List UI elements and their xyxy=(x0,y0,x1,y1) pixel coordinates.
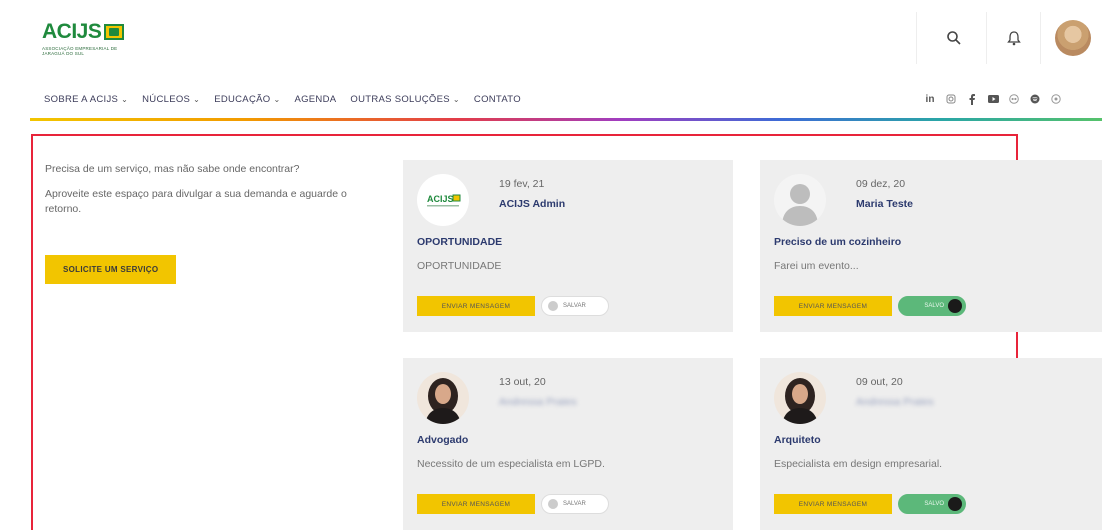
intro-section: Precisa de um serviço, mas não sabe onde… xyxy=(45,162,375,284)
whatsapp-icon[interactable] xyxy=(1050,92,1062,106)
toggle-knob xyxy=(948,497,962,511)
svg-text:ACIJS: ACIJS xyxy=(427,194,454,204)
save-label: SALVAR xyxy=(563,303,586,309)
send-message-button[interactable]: ENVIAR MENSAGEM xyxy=(417,296,535,316)
chevron-down-icon: ⌄ xyxy=(273,95,281,104)
toggle-knob xyxy=(548,301,558,311)
save-toggle[interactable]: SALVO xyxy=(898,296,966,316)
card-description: Necessito de um especialista em LGPD. xyxy=(417,458,605,470)
flag-icon xyxy=(104,24,125,40)
card-title[interactable]: Advogado xyxy=(417,434,468,446)
service-card: 13 out, 20 Andressa Prates Advogado Nece… xyxy=(403,358,733,530)
chevron-down-icon: ⌄ xyxy=(452,95,460,104)
card-date: 19 fev, 21 xyxy=(499,178,545,190)
send-message-button[interactable]: ENVIAR MENSAGEM xyxy=(774,494,892,514)
instagram-icon[interactable] xyxy=(945,92,957,106)
rainbow-divider xyxy=(30,118,1102,121)
card-title[interactable]: Arquiteto xyxy=(774,434,821,446)
card-description: Especialista em design empresarial. xyxy=(774,458,943,470)
card-author[interactable]: Maria Teste xyxy=(856,198,913,210)
chevron-down-icon: ⌄ xyxy=(121,95,129,104)
acijs-avatar: ACIJS xyxy=(417,174,469,226)
youtube-icon[interactable] xyxy=(987,92,999,106)
service-card-partial xyxy=(1082,358,1102,530)
service-card: ACIJS 19 fev, 21 ACIJS Admin OPORTUNIDAD… xyxy=(403,160,733,332)
social-links: in xyxy=(924,92,1062,106)
card-title[interactable]: Preciso de um cozinheiro xyxy=(774,236,901,248)
card-date: 13 out, 20 xyxy=(499,376,546,388)
save-label: SALVAR xyxy=(563,501,586,507)
save-toggle[interactable]: SALVAR xyxy=(541,296,609,316)
user-avatar[interactable] xyxy=(1055,20,1091,56)
service-card-partial xyxy=(1082,160,1102,332)
card-date: 09 dez, 20 xyxy=(856,178,906,190)
intro-text-invite: Aproveite este espaço para divulgar a su… xyxy=(45,188,347,215)
save-label: SALVO xyxy=(924,303,944,309)
save-toggle[interactable]: SALVAR xyxy=(541,494,609,514)
save-toggle[interactable]: SALVO xyxy=(898,494,966,514)
logo-text: ACIJS xyxy=(42,20,102,43)
service-card: 09 out, 20 Andressa Prates Arquiteto Esp… xyxy=(760,358,1090,530)
send-message-button[interactable]: ENVIAR MENSAGEM xyxy=(417,494,535,514)
toggle-knob xyxy=(548,499,558,509)
bell-icon[interactable] xyxy=(1002,26,1026,50)
nav-item-educacao[interactable]: EDUCAÇÃO ⌄ xyxy=(214,94,280,105)
send-message-button[interactable]: ENVIAR MENSAGEM xyxy=(774,296,892,316)
header-divider xyxy=(986,12,987,64)
search-icon[interactable] xyxy=(942,26,966,50)
card-author[interactable]: ACIJS Admin xyxy=(499,198,565,210)
facebook-icon[interactable] xyxy=(966,92,978,106)
chevron-down-icon: ⌄ xyxy=(193,95,201,104)
card-author[interactable]: Andressa Prates xyxy=(499,396,577,408)
header-divider xyxy=(916,12,917,64)
site-header: ACIJS ASSOCIAÇÃO EMPRESARIAL DE JARAGUÁ … xyxy=(0,0,1102,82)
acijs-logo[interactable]: ACIJS ASSOCIAÇÃO EMPRESARIAL DE JARAGUÁ … xyxy=(42,20,142,64)
nav-item-agenda[interactable]: AGENDA xyxy=(294,94,336,105)
logo-subtitle: ASSOCIAÇÃO EMPRESARIAL DE JARAGUÁ DO SUL xyxy=(42,46,118,56)
spotify-icon[interactable] xyxy=(1029,92,1041,106)
card-author[interactable]: Andressa Prates xyxy=(856,396,934,408)
card-date: 09 out, 20 xyxy=(856,376,903,388)
intro-text-question: Precisa de um serviço, mas não sabe onde… xyxy=(45,163,300,175)
nav-item-outras-solucoes[interactable]: OUTRAS SOLUÇÕES ⌄ xyxy=(350,94,460,105)
user-photo-avatar xyxy=(774,372,826,424)
main-nav: SOBRE A ACIJS ⌄ NÚCLEOS ⌄ EDUCAÇÃO ⌄ AGE… xyxy=(44,94,521,105)
card-description: OPORTUNIDADE xyxy=(417,260,502,272)
nav-item-sobre[interactable]: SOBRE A ACIJS ⌄ xyxy=(44,94,128,105)
toggle-knob xyxy=(948,299,962,313)
request-service-button[interactable]: SOLICITE UM SERVIÇO xyxy=(45,255,177,284)
default-avatar xyxy=(774,174,826,226)
card-description: Farei um evento... xyxy=(774,260,859,272)
user-photo-avatar xyxy=(417,372,469,424)
save-label: SALVO xyxy=(924,501,944,507)
card-title[interactable]: OPORTUNIDADE xyxy=(417,236,502,248)
flickr-icon[interactable] xyxy=(1008,92,1020,106)
nav-item-nucleos[interactable]: NÚCLEOS ⌄ xyxy=(142,94,200,105)
service-card: 09 dez, 20 Maria Teste Preciso de um coz… xyxy=(760,160,1090,332)
header-divider xyxy=(1040,12,1041,64)
linkedin-icon[interactable]: in xyxy=(924,92,936,106)
nav-item-contato[interactable]: CONTATO xyxy=(474,94,521,105)
